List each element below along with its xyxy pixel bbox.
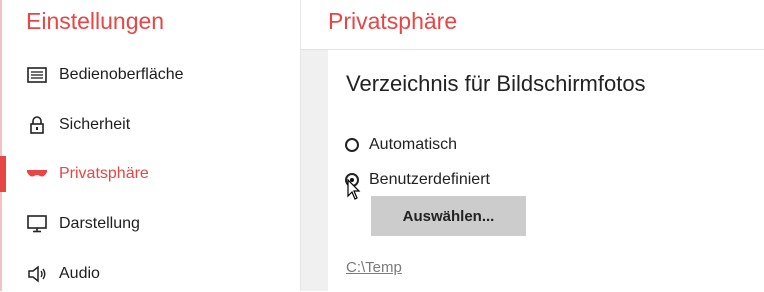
monitor-icon	[26, 213, 48, 235]
folder-path-link[interactable]: C:\Temp	[346, 259, 402, 276]
sidebar-item-darstellung[interactable]: Darstellung	[0, 206, 300, 242]
sidebar-item-label: Bedienoberfläche	[59, 66, 184, 83]
sidebar-title: Einstellungen	[26, 8, 165, 34]
mask-icon	[26, 163, 48, 185]
radio-label: Benutzerdefiniert	[369, 171, 490, 188]
sidebar: Einstellungen Bedienoberfläche Sicherhei…	[0, 0, 301, 291]
sidebar-item-label: Privatsphäre	[59, 165, 149, 182]
sidebar-item-label: Sicherheit	[59, 116, 131, 133]
sidebar-item-label: Darstellung	[59, 215, 140, 232]
sidebar-edge-rule	[0, 0, 2, 291]
radio-label: Automatisch	[369, 136, 458, 153]
sidebar-item-label: Audio	[59, 265, 100, 282]
keyboard-icon	[26, 64, 48, 86]
radio-benutzerdefiniert[interactable]: Benutzerdefiniert	[345, 171, 490, 189]
lock-icon	[26, 114, 48, 136]
select-folder-button[interactable]: Auswählen...	[371, 196, 526, 236]
content-gutter	[301, 50, 328, 291]
radio-automatisch[interactable]: Automatisch	[345, 136, 457, 154]
radio-button-checked[interactable]	[345, 173, 359, 187]
settings-panel: Verzeichnis für Bildschirmfotos Automati…	[328, 50, 764, 291]
sidebar-item-privatsphaere[interactable]: Privatsphäre	[0, 156, 300, 192]
sidebar-item-audio[interactable]: Audio	[0, 256, 300, 292]
page-title: Privatsphäre	[328, 8, 458, 34]
section-title: Verzeichnis für Bildschirmfotos	[346, 71, 646, 96]
sidebar-item-sicherheit[interactable]: Sicherheit	[0, 107, 300, 143]
speaker-icon	[26, 263, 48, 285]
sidebar-item-bedienoberflaeche[interactable]: Bedienoberfläche	[0, 57, 300, 93]
page-header: Privatsphäre	[301, 0, 764, 50]
radio-button[interactable]	[345, 138, 359, 152]
